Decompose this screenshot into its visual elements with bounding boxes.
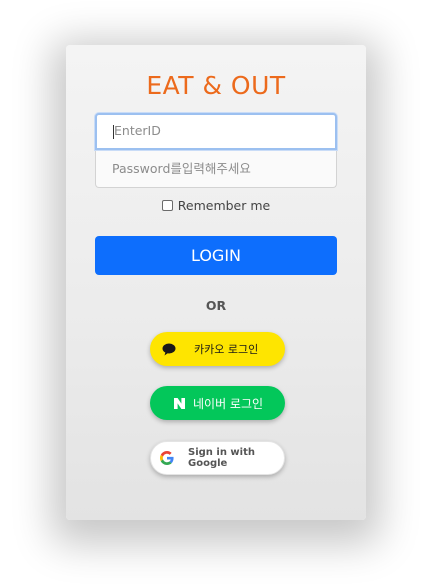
google-signin-label: Sign in with Google (188, 447, 255, 469)
id-placeholder: EnterID (114, 123, 161, 139)
login-button-label: LOGIN (190, 246, 242, 265)
kakao-login-button[interactable]: 카카오 로그인 (150, 332, 285, 366)
remember-label: Remember me (177, 198, 271, 213)
brand-title: EAT & OUT (146, 71, 286, 100)
password-placeholder: Password를입력해주세요 (112, 160, 251, 176)
id-input[interactable]: EnterID (95, 113, 337, 150)
login-button[interactable]: LOGIN (95, 236, 337, 275)
password-input[interactable]: Password를입력해주세요 (95, 151, 337, 188)
remember-me: Remember me (66, 198, 366, 213)
naver-login-label: 네이버 로그인 (193, 396, 264, 411)
kakao-login-label: 카카오 로그인 (194, 343, 259, 356)
kakao-chat-icon (162, 343, 176, 356)
login-card: EAT & OUT EnterID Password를입력해주세요 Rememb… (66, 45, 366, 520)
naver-n-icon (174, 397, 185, 409)
google-g-icon (160, 451, 174, 465)
google-signin-button[interactable]: Sign in with Google (150, 441, 285, 475)
remember-checkbox[interactable] (161, 200, 173, 211)
or-divider: OR (205, 298, 227, 313)
naver-login-button[interactable]: 네이버 로그인 (150, 386, 285, 420)
